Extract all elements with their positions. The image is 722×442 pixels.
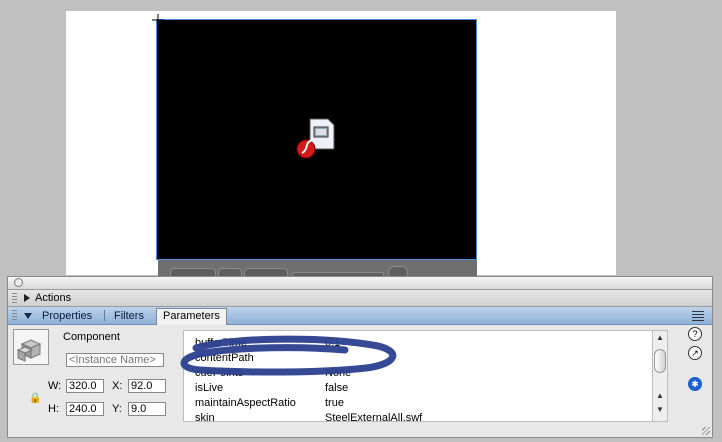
component-type-label: Component — [63, 331, 120, 343]
x-field[interactable]: 92.0 — [128, 379, 166, 393]
properties-panel: Actions Properties Filters Parameters Co… — [7, 276, 713, 438]
height-field[interactable]: 240.0 — [66, 402, 104, 416]
param-row[interactable]: isLive false — [184, 381, 653, 396]
component-icon — [13, 329, 49, 365]
parameters-scrollbar[interactable]: ▲ ▲ ▼ — [652, 330, 668, 422]
param-name: contentPath — [195, 352, 254, 364]
tab-bar: Properties Filters Parameters — [8, 307, 712, 325]
param-name: bufferTime — [195, 337, 247, 349]
param-row[interactable]: bufferTime 0.1 — [184, 336, 653, 351]
param-row[interactable]: maintainAspectRatio true — [184, 396, 653, 411]
scroll-down-icon[interactable]: ▼ — [656, 405, 664, 414]
param-value[interactable]: None — [325, 367, 351, 379]
grip-icon[interactable] — [12, 293, 17, 303]
param-value[interactable]: false — [325, 382, 348, 394]
x-label: X: — [112, 380, 123, 392]
param-value[interactable]: 0.1 — [325, 337, 340, 349]
param-name: maintainAspectRatio — [195, 397, 296, 409]
lock-icon[interactable]: 🔒 — [29, 393, 41, 404]
actions-label: Actions — [35, 292, 72, 304]
scroll-up-icon[interactable]: ▲ — [656, 333, 664, 342]
tab-filters[interactable]: Filters — [108, 309, 150, 323]
resize-grip-icon[interactable] — [702, 427, 710, 435]
close-icon[interactable] — [14, 278, 23, 287]
param-value[interactable]: SteelExternalAll.swf — [325, 412, 422, 421]
flash-video-component-icon — [296, 118, 335, 159]
actions-panel-header[interactable]: Actions — [8, 290, 712, 307]
scroll-up-icon[interactable]: ▲ — [656, 391, 664, 400]
y-field[interactable]: 9.0 — [128, 402, 166, 416]
registration-crosshair-icon — [152, 14, 164, 26]
tab-properties[interactable]: Properties — [36, 309, 98, 323]
external-link-icon[interactable]: ↗ — [688, 346, 702, 360]
y-label: Y: — [112, 403, 122, 415]
param-name: skin — [195, 412, 215, 422]
grip-icon[interactable] — [12, 310, 17, 320]
instance-name-input[interactable] — [66, 353, 164, 367]
player-skin-bar — [158, 260, 477, 279]
accessibility-icon[interactable]: ✱ — [688, 377, 702, 391]
param-row[interactable]: skin SteelExternalAll.swf — [184, 411, 653, 422]
param-row[interactable]: contentPath — [184, 351, 653, 366]
param-value[interactable]: true — [325, 397, 344, 409]
parameters-list: bufferTime 0.1 contentPath cuePoints Non… — [183, 330, 654, 422]
param-name: cuePoints — [195, 367, 244, 379]
panel-menu-icon[interactable] — [692, 311, 704, 321]
help-icon[interactable]: ? — [688, 327, 702, 341]
scroll-thumb[interactable] — [654, 349, 666, 373]
height-label: H: — [48, 403, 59, 415]
tab-parameters[interactable]: Parameters — [156, 308, 227, 325]
param-name: isLive — [195, 382, 224, 394]
panel-titlebar — [8, 277, 712, 290]
param-row[interactable]: cuePoints None — [184, 366, 653, 381]
expand-arrow-icon[interactable] — [24, 294, 30, 302]
width-label: W: — [48, 380, 62, 392]
width-field[interactable]: 320.0 — [66, 379, 104, 393]
collapse-arrow-icon[interactable] — [24, 313, 32, 319]
